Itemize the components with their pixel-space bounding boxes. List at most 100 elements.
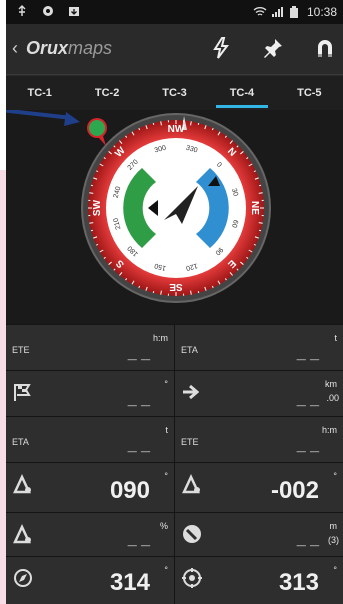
cell-unit: km (325, 379, 337, 389)
cell-value: 090 (109, 477, 150, 504)
cell-ete[interactable]: ETE _ _ h:m (6, 325, 175, 371)
cell-eta[interactable]: ETA _ _ t (175, 325, 343, 371)
grid-row-3: ETA _ _ t ETE _ _ h:m (6, 416, 343, 463)
cell-accuracy[interactable]: _ _ m (3) (175, 513, 343, 557)
cell-value: _ _ (127, 345, 150, 362)
cell-value: -002 (270, 477, 319, 504)
cell-value: _ _ (296, 345, 319, 362)
satellite-dish-icon (181, 523, 203, 550)
cell-ete-2[interactable]: ETE _ _ h:m (175, 417, 343, 463)
bezel-tick (90, 229, 94, 232)
bezel-tick (89, 222, 94, 224)
tab-bar: TC-1 TC-2 TC-3 TC-4 TC-5 (6, 76, 343, 110)
signal-icon (271, 6, 283, 18)
bezel-tick (258, 192, 263, 194)
cell-gps-heading[interactable]: 313 ° (175, 557, 343, 604)
arrow-right-icon (181, 381, 203, 408)
grid-row-6: 314 ° 313 ° (6, 556, 343, 604)
cell-bearing[interactable]: 090 ° (6, 463, 175, 513)
tab-tc-2[interactable]: TC-2 (73, 76, 140, 110)
bezel-tick (152, 290, 155, 294)
cell-label: ETE (12, 345, 30, 355)
back-button[interactable]: ‹ (12, 38, 18, 59)
cell-label: ETA (12, 437, 29, 447)
tab-tc-5[interactable]: TC-5 (276, 76, 343, 110)
pin-icon[interactable] (261, 36, 285, 60)
compass-circle-icon (12, 567, 34, 594)
cell-value: 314 (109, 569, 150, 596)
cardinal-label: SE (169, 281, 183, 292)
cell-percent[interactable]: _ _ % (6, 513, 175, 557)
status-bar: 10:38 (6, 0, 343, 24)
bezel-tick (90, 184, 94, 187)
notification-icon (42, 5, 54, 17)
cell-checkered-flag[interactable]: _ _ ° (6, 371, 175, 417)
grid-row-5: _ _ % _ _ m (3) (6, 512, 343, 557)
cell-heading[interactable]: 314 ° (6, 557, 175, 604)
cell-unit: ° (164, 379, 168, 389)
compass-panel: NW N NE E SE S SW W 270 300 330 0 30 60 90 120 150 180 21… (6, 108, 343, 324)
cell-unit: h:m (152, 333, 168, 343)
bezel-tick (258, 184, 262, 187)
lightning-icon[interactable] (209, 36, 233, 60)
tab-tc-3[interactable]: TC-3 (141, 76, 208, 110)
magnet-icon[interactable] (313, 36, 337, 60)
cardinal-label: NE (249, 201, 260, 215)
wifi-icon (253, 6, 267, 18)
battery-icon (289, 6, 301, 18)
cell-value: _ _ (296, 391, 319, 408)
cell-subunit: .00 (326, 393, 339, 403)
cell-unit: h:m (321, 425, 337, 435)
cardinal-label: NW (168, 124, 185, 135)
bezel-tick (190, 121, 192, 126)
usb-icon (16, 5, 28, 17)
cell-value: _ _ (296, 437, 319, 454)
status-time: 10:38 (306, 5, 337, 19)
tab-tc-1[interactable]: TC-1 (6, 76, 73, 110)
cell-unit: ° (333, 471, 337, 481)
slope-triangle-icon (12, 523, 34, 550)
bezel-tick (152, 122, 155, 126)
bezel-tick (160, 121, 162, 126)
bezel-tick (258, 222, 263, 224)
bezel-tick (89, 192, 94, 194)
bezel-tick (258, 229, 262, 232)
cell-value: _ _ (127, 391, 150, 408)
cell-course-diff[interactable]: -002 ° (175, 463, 343, 513)
app-bar: ‹ Oruxmaps (6, 24, 343, 75)
cell-eta-2[interactable]: ETA _ _ t (6, 417, 175, 463)
download-icon (68, 5, 80, 17)
cell-value: _ _ (127, 437, 150, 454)
cell-label: ETE (181, 437, 199, 447)
cell-distance[interactable]: _ _ km .00 (175, 371, 343, 417)
cell-unit: t (334, 333, 337, 343)
grid-row-1: ETE _ _ h:m ETA _ _ t (6, 324, 343, 371)
cell-unit: t (165, 425, 168, 435)
app-logo[interactable]: Oruxmaps (26, 38, 112, 59)
crosshair-icon (181, 567, 203, 594)
grid-row-4: 090 ° -002 ° (6, 462, 343, 513)
cell-value: _ _ (296, 531, 319, 548)
bezel-tick (197, 122, 200, 126)
bearing-triangle-icon (12, 473, 34, 500)
checkered-flag-icon (12, 381, 34, 408)
cardinal-label: SW (92, 199, 103, 216)
bezel-tick (190, 290, 192, 295)
cell-value: _ _ (127, 531, 150, 548)
cell-subunit: (3) (328, 535, 339, 545)
cell-unit: m (329, 521, 338, 531)
cell-unit: % (159, 521, 168, 531)
cell-label: ETA (181, 345, 198, 355)
grid-row-2: _ _ ° _ _ km .00 (6, 370, 343, 417)
bezel-tick (160, 290, 162, 295)
cell-unit: ° (333, 565, 337, 575)
course-triangle-icon (181, 473, 203, 500)
tab-tc-4[interactable]: TC-4 (208, 76, 275, 110)
location-marker[interactable] (6, 108, 120, 155)
cell-value: 313 (278, 569, 319, 596)
data-grid: ETE _ _ h:m ETA _ _ t _ _ ° _ _ km .00 E… (6, 324, 343, 604)
phone-screen: 10:38 ‹ Oruxmaps TC-1 TC-2 TC-3 TC-4 TC-… (6, 0, 343, 604)
bezel-tick (197, 290, 200, 294)
cell-unit: ° (164, 471, 168, 481)
cell-unit: ° (164, 565, 168, 575)
